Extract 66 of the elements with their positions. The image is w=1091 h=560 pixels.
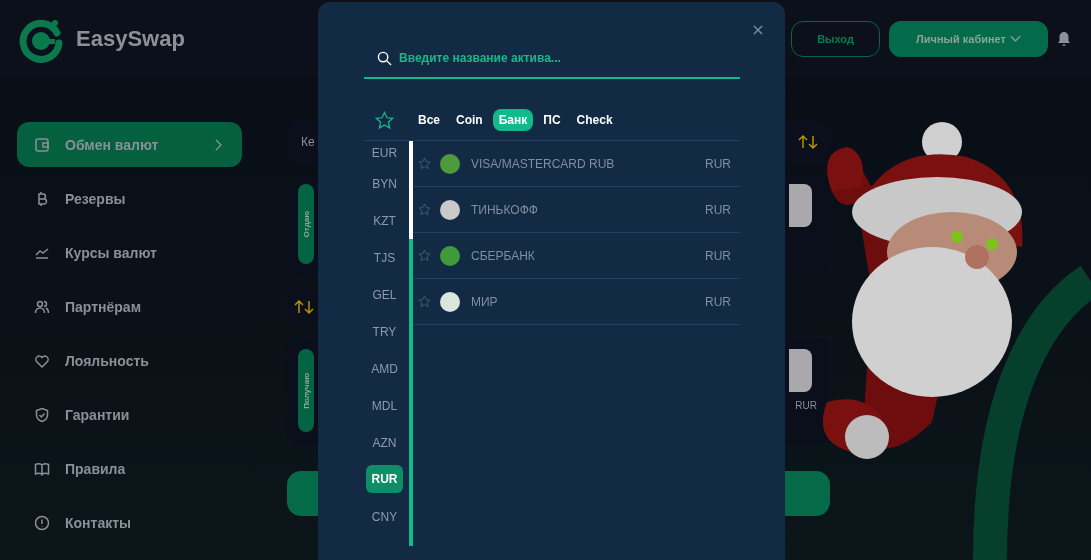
asset-currency: RUR [705,156,731,171]
book-icon [34,460,50,477]
currency-filter[interactable]: TJS [366,239,403,276]
currency-filter[interactable]: KZT [366,202,403,239]
heart-icon [34,352,50,369]
asset-name: ТИНЬКОФФ [471,202,539,217]
category-tab[interactable]: ПС [537,109,567,131]
bank-logo-icon [440,199,460,220]
logo-text: EasySwap [76,25,185,52]
favorites-star-icon[interactable] [375,110,394,130]
search-icon [377,51,392,66]
bell-icon[interactable] [1057,30,1071,47]
sidebar-item[interactable]: Резервы [17,176,242,221]
currency-filter[interactable]: CNY [366,498,403,535]
currency-code: RUR [795,400,817,411]
currency-filter[interactable]: TRY [366,313,403,350]
logout-button[interactable]: Выход [791,20,880,57]
swap-arrows-icon [293,298,314,315]
sidebar-item[interactable]: Правила [17,446,242,491]
sidebar-item[interactable]: Гарантии [17,392,242,437]
star-icon[interactable] [418,249,431,262]
category-tab[interactable]: Все [412,109,446,131]
wallet-icon [34,136,50,153]
bank-logo-icon [440,291,460,312]
currency-filter[interactable]: EUR [366,141,403,165]
asset-row[interactable]: VISA/MASTERCARD RUB RUR [413,141,740,187]
scrollbar[interactable] [409,141,413,546]
close-icon[interactable] [751,23,765,37]
currency-logo-placeholder [789,349,812,392]
asset-row[interactable]: МИР RUR [413,279,740,325]
currency-filter[interactable]: GEL [366,276,403,313]
swap-arrows-icon[interactable] [798,134,818,150]
currency-filter[interactable]: BYN [366,165,403,202]
star-icon[interactable] [418,203,431,216]
info-icon [34,514,50,531]
currency-filter[interactable]: AZN [366,424,403,461]
sidebar-item[interactable]: Лояльность [17,338,242,383]
users-icon [34,298,50,315]
category-tab[interactable]: Check [570,109,619,131]
section-label: Ке [301,135,315,149]
sidebar-item[interactable]: Контакты [17,500,242,545]
asset-name: МИР [471,294,499,309]
currency-filter[interactable]: MDL [366,387,403,424]
currency-logo-placeholder [789,184,812,227]
asset-name: СБЕРБАНК [471,248,536,263]
sidebar-item[interactable]: Партнёрам [17,284,242,329]
star-icon[interactable] [418,157,431,170]
asset-row[interactable]: СБЕРБАНК RUR [413,233,740,279]
chevron-right-icon [214,138,222,151]
sidebar-item[interactable]: Курсы валют [17,230,242,275]
bank-logo-icon [440,153,460,174]
asset-currency: RUR [705,202,731,217]
category-tab[interactable]: Coin [450,109,489,131]
asset-currency: RUR [705,294,731,309]
currency-filter[interactable]: RUR [366,465,403,493]
get-label: Получаю [298,349,314,432]
caret-icon [1009,34,1021,43]
give-label: Отдаю [298,184,314,264]
shield-icon [34,406,50,423]
currency-filter[interactable]: AMD [366,350,403,387]
asset-currency: RUR [705,248,731,263]
search-field[interactable]: Введите название актива... [364,39,740,79]
star-icon[interactable] [418,295,431,308]
bank-logo-icon [440,245,460,266]
asset-row[interactable]: ТИНЬКОФФ RUR [413,187,740,233]
asset-name: VISA/MASTERCARD RUB [471,156,616,171]
